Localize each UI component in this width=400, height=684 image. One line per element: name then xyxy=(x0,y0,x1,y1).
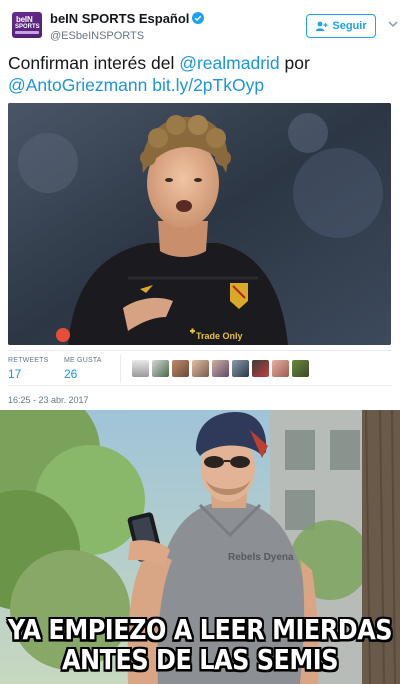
tweet-stats: RETWEETS 17 ME GUSTA 26 xyxy=(8,350,392,386)
liker-avatar[interactable] xyxy=(272,360,289,377)
account-avatar[interactable]: beIN SPORTS xyxy=(12,12,42,38)
account-name-block[interactable]: beIN SPORTS Español @ESbeINSPORTS xyxy=(50,10,205,42)
avatar-logo-text: beIN xyxy=(16,15,33,24)
avatar-logo-subtext: SPORTS xyxy=(15,24,40,30)
meme-image: Rebels Dyena YA EMPIEZO A LEER MIERDAS A… xyxy=(0,410,400,684)
follow-label: Seguir xyxy=(332,20,367,32)
tweet-text: Confirman interés del @realmadrid por @A… xyxy=(8,52,392,96)
retweets-stat[interactable]: RETWEETS 17 xyxy=(8,357,49,381)
liker-avatar[interactable] xyxy=(172,360,189,377)
tweet-text-part: por xyxy=(279,53,310,73)
follow-button[interactable]: Seguir xyxy=(306,14,376,38)
liker-avatar[interactable] xyxy=(252,360,269,377)
liker-avatar[interactable] xyxy=(132,360,149,377)
url-link[interactable]: bit.ly/2pTkOyp xyxy=(152,75,264,95)
liker-avatar[interactable] xyxy=(192,360,209,377)
tweet-card: beIN SPORTS beIN SPORTS Español @ESbeINS… xyxy=(0,0,400,410)
retweets-count: 17 xyxy=(8,367,22,381)
liker-avatars xyxy=(132,360,309,377)
shirt-text: Rebels Dyena xyxy=(228,552,294,563)
mention-link-realmadrid[interactable]: @realmadrid xyxy=(179,53,279,73)
likes-stat[interactable]: ME GUSTA 26 xyxy=(64,357,102,381)
tweet-timestamp[interactable]: 16:25 - 23 abr. 2017 xyxy=(8,395,89,405)
likes-count: 26 xyxy=(64,367,78,381)
meme-caption-line-1: YA EMPIEZO A LEER MIERDAS xyxy=(7,613,393,647)
meme-caption-line-2: ANTES DE LAS SEMIS xyxy=(61,643,339,677)
liker-avatar[interactable] xyxy=(232,360,249,377)
verified-badge-icon xyxy=(192,12,205,24)
tweet-text-part: Confirman interés del xyxy=(8,53,180,73)
stats-divider xyxy=(120,355,121,383)
liker-avatar[interactable] xyxy=(212,360,229,377)
chevron-down-icon[interactable] xyxy=(388,20,398,28)
tweet-header: beIN SPORTS beIN SPORTS Español @ESbeINS… xyxy=(8,8,398,42)
account-handle[interactable]: @ESbeINSPORTS xyxy=(50,30,204,42)
avatar-logo-bar xyxy=(15,31,39,34)
griezmann-photo-illustration: Trade Only xyxy=(8,103,391,345)
follow-user-icon xyxy=(316,21,328,31)
tweet-photo[interactable]: Trade Only xyxy=(8,103,391,345)
retweets-label: RETWEETS xyxy=(8,357,49,364)
liker-avatar[interactable] xyxy=(292,360,309,377)
display-name[interactable]: beIN SPORTS Español xyxy=(50,11,189,26)
mention-link-griezmann[interactable]: @AntoGriezmann xyxy=(8,75,147,95)
liker-avatar[interactable] xyxy=(152,360,169,377)
jersey-sponsor-text: Trade Only xyxy=(196,331,243,341)
likes-label: ME GUSTA xyxy=(64,357,102,364)
